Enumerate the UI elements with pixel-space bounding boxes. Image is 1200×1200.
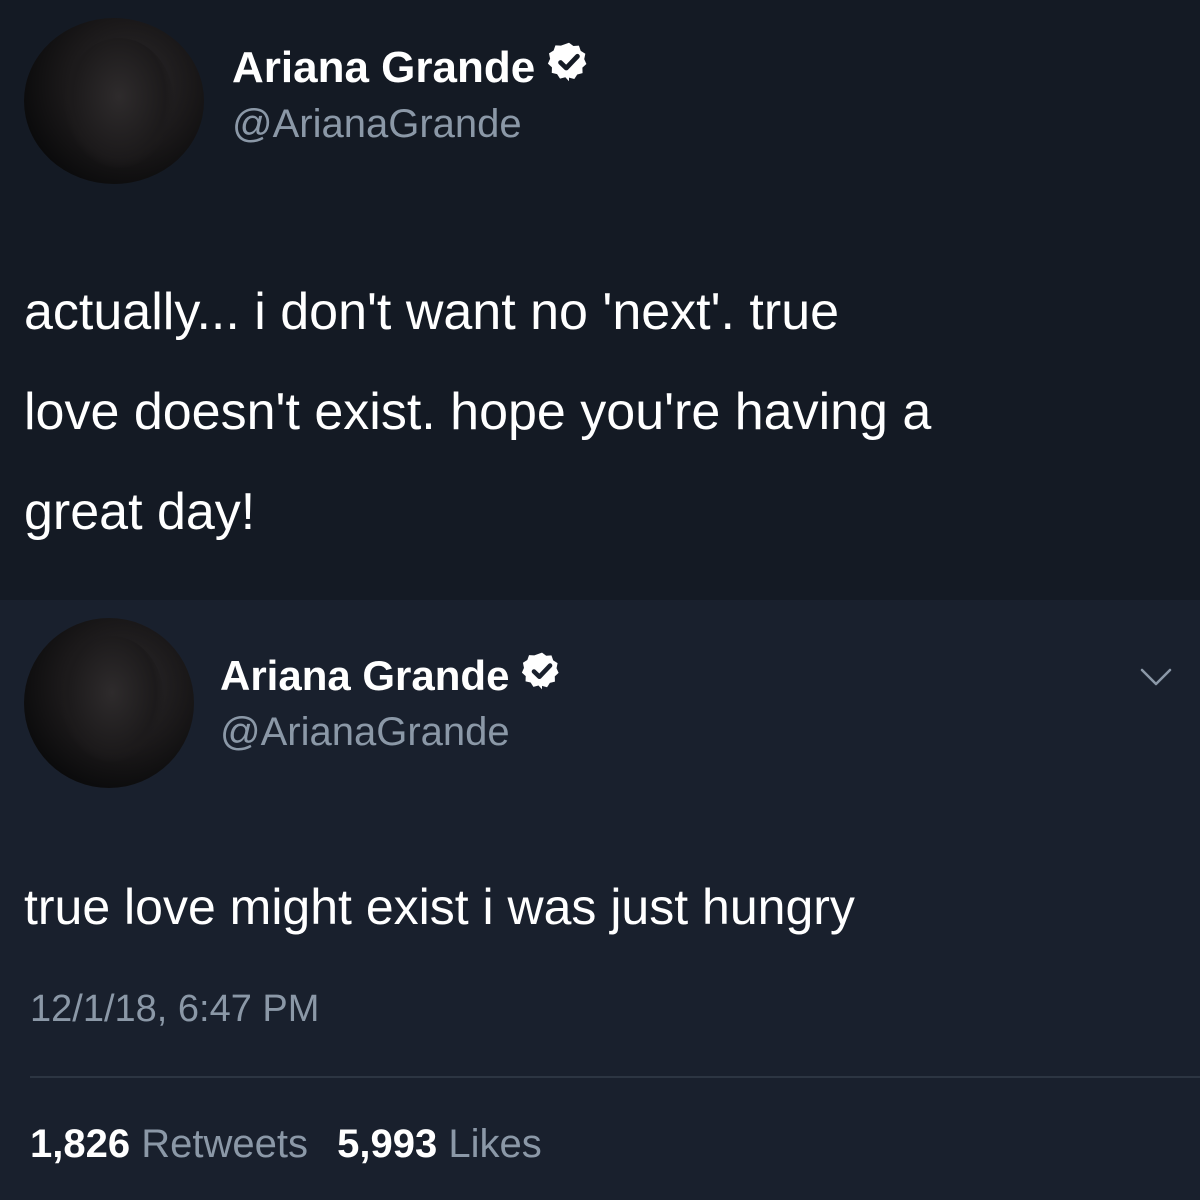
avatar[interactable] — [24, 18, 204, 184]
retweets-label: Retweets — [141, 1122, 308, 1166]
tweet-stats: 1,826 Retweets 5,993 Likes — [30, 1122, 542, 1167]
chevron-down-icon[interactable] — [1138, 662, 1174, 690]
tweet-card-1[interactable]: Ariana Grande @ArianaGrande actually... … — [0, 0, 1200, 600]
author-name: Ariana Grande — [220, 652, 510, 699]
tweet-text-line-3: great day! — [24, 483, 256, 541]
author-name-row[interactable]: Ariana Grande — [232, 40, 591, 95]
likes-label: Likes — [448, 1122, 542, 1166]
tweet-text-line-2: love doesn't exist. hope you're having a — [24, 383, 932, 441]
tweet-text: true love might exist i was just hungry — [24, 879, 855, 935]
retweets-count: 1,826 — [30, 1122, 131, 1166]
tweet-text-line-1: actually... i don't want no 'next'. true — [24, 283, 840, 341]
author-handle[interactable]: @ArianaGrande — [220, 710, 510, 755]
verified-badge-icon — [521, 650, 563, 702]
verified-badge-icon — [547, 40, 591, 95]
author-name-row[interactable]: Ariana Grande — [220, 650, 563, 702]
likes-link[interactable]: 5,993 Likes — [337, 1122, 542, 1166]
likes-count: 5,993 — [337, 1122, 438, 1166]
divider — [30, 1076, 1200, 1078]
author-handle[interactable]: @ArianaGrande — [232, 102, 522, 147]
tweet-timestamp[interactable]: 12/1/18, 6:47 PM — [30, 988, 319, 1031]
avatar[interactable] — [24, 618, 194, 788]
retweets-link[interactable]: 1,826 Retweets — [30, 1122, 319, 1166]
author-name: Ariana Grande — [232, 42, 536, 92]
